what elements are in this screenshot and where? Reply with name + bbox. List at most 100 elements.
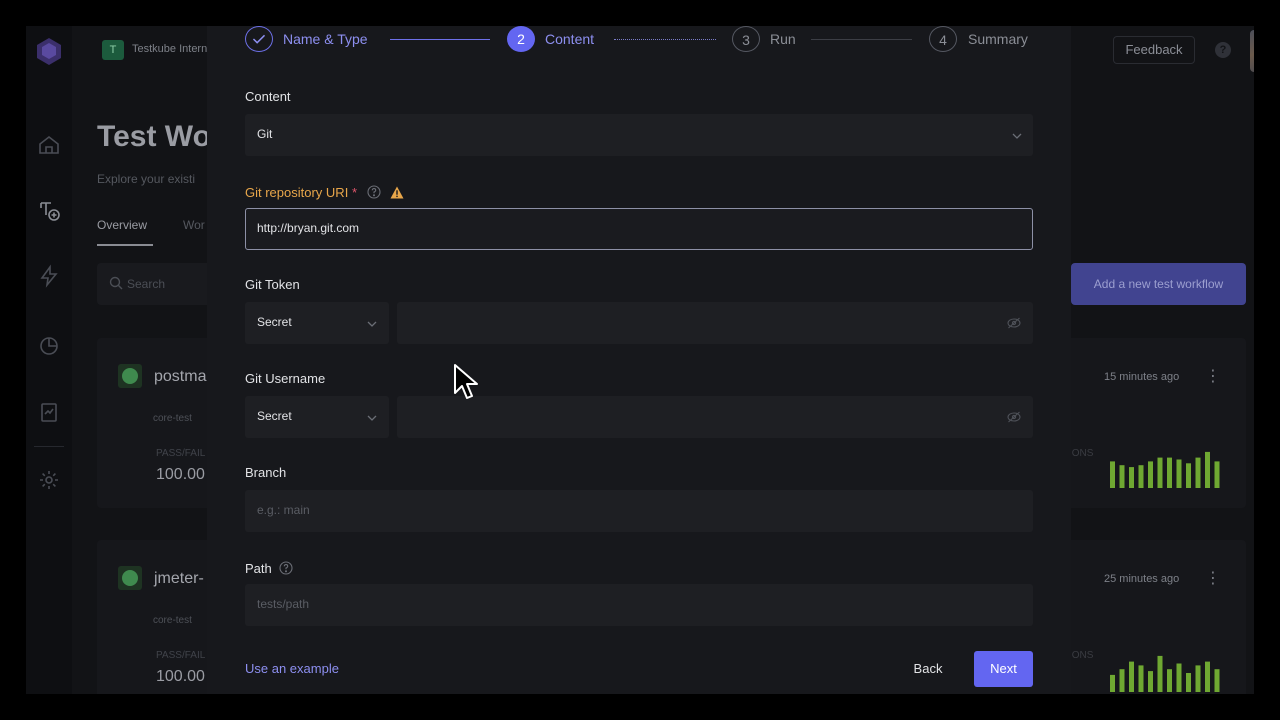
metric-value: 100.00	[156, 668, 205, 685]
metric-label: PASS/FAIL	[156, 650, 206, 661]
step-label-content: Content	[545, 31, 595, 47]
path-label-text: Path	[245, 561, 272, 576]
step-label-name-type: Name & Type	[283, 31, 368, 47]
execution-bar	[1167, 669, 1172, 692]
tab-active-indicator	[97, 244, 153, 246]
execution-bar	[1129, 661, 1134, 692]
execution-bar	[1195, 665, 1201, 692]
eye-off-icon[interactable]	[1007, 411, 1021, 423]
git-token-type-value: Secret	[257, 315, 292, 329]
nav-rail	[26, 26, 72, 694]
chevron-down-icon	[367, 321, 377, 327]
execution-bars	[1110, 451, 1220, 488]
step-connector	[390, 39, 490, 40]
step-connector	[614, 39, 716, 40]
org-name[interactable]: Testkube Intern	[132, 43, 207, 55]
use-example-link[interactable]: Use an example	[245, 661, 339, 676]
workflow-tag: core-test	[153, 615, 192, 626]
executions-label: IONS	[1069, 448, 1094, 459]
execution-bar	[1119, 669, 1125, 692]
execution-bar	[1119, 465, 1125, 488]
add-test-workflow-button[interactable]: Add a new test workflow	[1071, 263, 1246, 305]
branch-placeholder: e.g.: main	[257, 503, 310, 517]
mouse-cursor-icon	[454, 364, 478, 399]
rail-divider	[34, 446, 64, 447]
last-run-time: 15 minutes ago	[1104, 371, 1180, 383]
logo-icon[interactable]	[34, 36, 64, 66]
workflow-tag: core-test	[153, 413, 192, 424]
git-token-label: Git Token	[245, 277, 300, 292]
execution-bar	[1167, 457, 1172, 488]
step-number: 3	[732, 26, 760, 52]
more-menu-icon[interactable]: ⋮	[1205, 366, 1221, 386]
reports-icon[interactable]	[37, 400, 61, 424]
home-icon[interactable]	[37, 133, 61, 157]
status-check-icon	[118, 364, 142, 388]
path-input[interactable]: tests/path	[245, 584, 1033, 626]
analytics-icon[interactable]	[37, 334, 61, 358]
git-uri-input[interactable]: http://bryan.git.com	[245, 208, 1033, 250]
step-number: 4	[929, 26, 957, 52]
avatar[interactable]	[1250, 30, 1254, 72]
back-button[interactable]: Back	[905, 651, 951, 687]
eye-off-icon[interactable]	[1007, 317, 1021, 329]
branch-label: Branch	[245, 465, 287, 480]
next-button[interactable]: Next	[974, 651, 1033, 687]
git-username-type-select[interactable]: Secret	[245, 396, 389, 438]
execution-bar	[1148, 671, 1153, 692]
step-connector	[811, 39, 912, 40]
app-window: T Testkube Intern Feedback ? Test Wo Exp…	[26, 26, 1254, 694]
git-uri-label-text: Git repository URI	[245, 185, 349, 200]
execution-bar	[1214, 461, 1220, 488]
org-badge: T	[102, 40, 124, 60]
warning-icon	[390, 186, 404, 199]
workflow-name[interactable]: postma	[154, 368, 206, 386]
chevron-down-icon	[367, 415, 377, 421]
execution-bar	[1110, 674, 1115, 692]
lightning-icon[interactable]	[37, 264, 61, 288]
search-placeholder: Search	[127, 277, 166, 291]
execution-bar	[1110, 461, 1115, 488]
test-workflows-icon[interactable]	[37, 198, 61, 222]
wizard-stepper: Name & Type 2 Content 3 Run 4 Summary	[245, 26, 1035, 54]
content-select[interactable]: Git	[245, 114, 1033, 156]
git-uri-value: http://bryan.git.com	[257, 221, 360, 235]
help-circle-icon[interactable]	[367, 185, 381, 199]
workflow-name[interactable]: jmeter-	[154, 570, 204, 588]
metric-value: 100.00	[156, 466, 205, 483]
tab-overview[interactable]: Overview	[97, 218, 147, 232]
feedback-button[interactable]: Feedback	[1113, 36, 1195, 64]
execution-bar	[1176, 663, 1182, 692]
execution-bar	[1176, 459, 1182, 488]
git-username-label: Git Username	[245, 371, 326, 386]
git-username-input[interactable]	[397, 396, 1033, 438]
step-number: 2	[507, 26, 535, 52]
settings-gear-icon[interactable]	[37, 468, 61, 492]
execution-bar	[1129, 467, 1134, 488]
chevron-down-icon	[1012, 133, 1022, 139]
status-check-icon	[118, 566, 142, 590]
branch-input[interactable]: e.g.: main	[245, 490, 1033, 532]
content-label: Content	[245, 89, 291, 104]
page-title: Test Wo	[97, 120, 211, 153]
git-token-type-select[interactable]: Secret	[245, 302, 389, 344]
metric-label: PASS/FAIL	[156, 448, 206, 459]
content-select-value: Git	[257, 127, 273, 141]
step-label-summary: Summary	[968, 31, 1028, 47]
help-circle-icon[interactable]	[279, 561, 293, 575]
more-menu-icon[interactable]: ⋮	[1205, 568, 1221, 588]
step-label-run: Run	[770, 31, 796, 47]
path-placeholder: tests/path	[257, 597, 310, 611]
git-username-type-value: Secret	[257, 409, 292, 423]
search-input[interactable]: Search	[97, 263, 217, 305]
help-icon[interactable]: ?	[1215, 42, 1231, 58]
execution-bar	[1157, 655, 1163, 692]
git-token-input[interactable]	[397, 302, 1033, 344]
execution-bars	[1110, 655, 1220, 692]
search-icon	[109, 276, 123, 290]
tab-workflows[interactable]: Wor	[183, 218, 205, 232]
git-uri-label: Git repository URI *	[245, 183, 404, 200]
execution-bar	[1186, 463, 1191, 488]
execution-bar	[1195, 457, 1201, 488]
execution-bar	[1205, 661, 1210, 692]
